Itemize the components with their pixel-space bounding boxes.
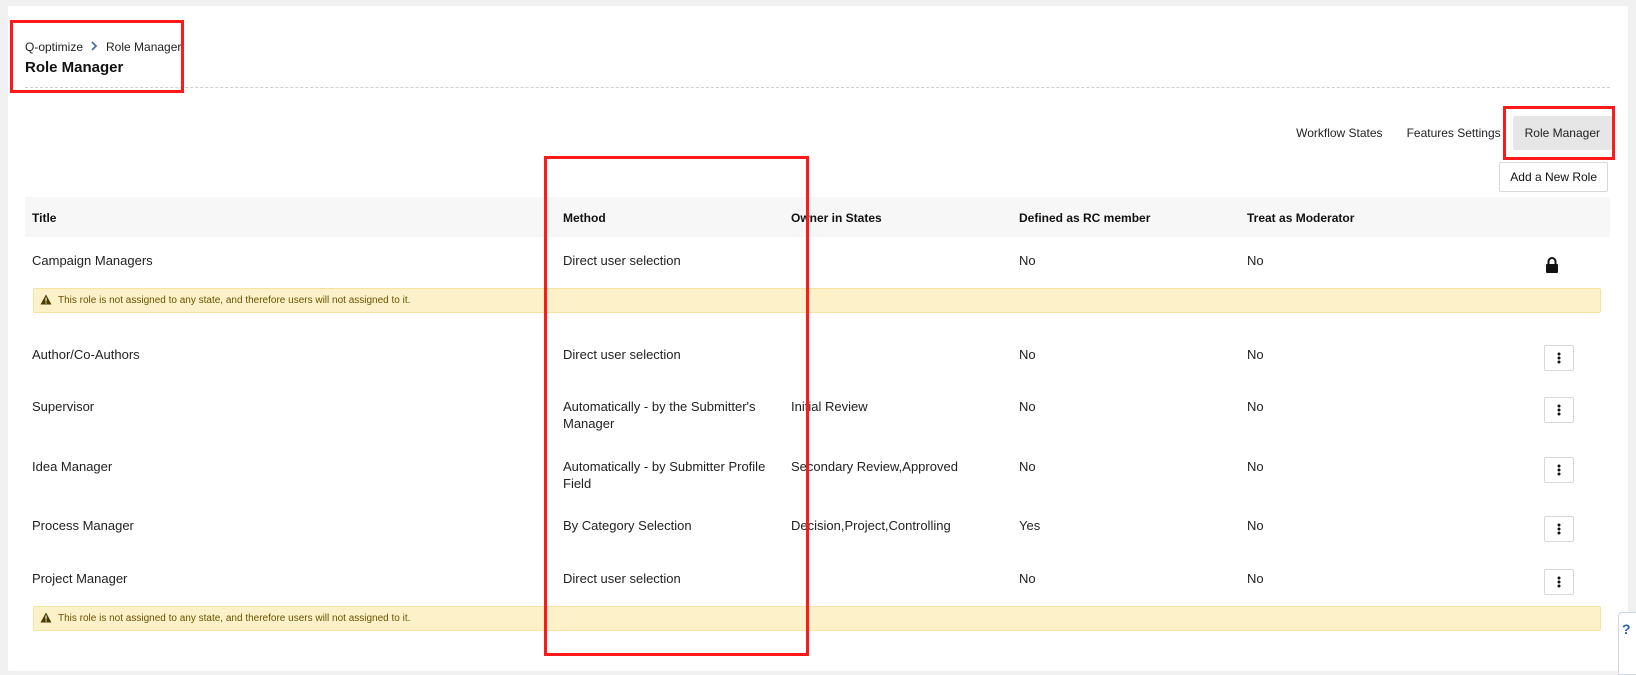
row-actions-button[interactable] [1544,457,1574,483]
warning-text: This role is not assigned to any state, … [58,613,411,624]
row-actions-button[interactable] [1544,397,1574,423]
role-moderator: No [1247,518,1264,533]
role-method: Direct user selection [563,571,681,586]
role-title: Campaign Managers [32,253,153,268]
column-header-owner: Owner in States [791,211,882,225]
role-method: Direct user selection [563,253,681,268]
role-title: Supervisor [32,399,95,414]
more-vertical-icon [1557,404,1561,416]
role-rc-member: No [1019,347,1036,362]
role-rc-member: No [1019,399,1036,414]
tab-features-settings[interactable]: Features Settings [1395,116,1513,150]
more-vertical-icon [1557,523,1561,535]
role-owner: Decision,Project,Controlling [791,518,951,533]
divider [25,87,1610,88]
column-header-method: Method [563,211,606,225]
role-owner: Initial Review [791,399,868,414]
column-header-moderator: Treat as Moderator [1247,211,1355,225]
role-title: Author/Co-Authors [32,347,140,362]
warning-icon [40,612,52,626]
content-card [8,6,1628,671]
warning-banner: This role is not assigned to any state, … [33,606,1601,631]
role-method: By Category Selection [563,518,692,533]
role-rc-member: Yes [1019,518,1041,533]
role-moderator: No [1247,347,1264,362]
role-moderator: No [1247,571,1264,586]
help-tab[interactable]: ? [1618,612,1636,675]
table-header: Title Method Owner in States Defined as … [25,197,1610,237]
row-actions-button[interactable] [1544,569,1574,595]
lock-icon [1545,257,1559,276]
tab-role-manager[interactable]: Role Manager [1512,116,1612,150]
more-vertical-icon [1557,352,1561,364]
warning-icon [40,294,52,308]
page-title: Role Manager [25,59,124,76]
role-method: Automatically - by the Submitter's Manag… [563,399,756,431]
role-moderator: No [1247,253,1264,268]
row-actions-button[interactable] [1544,345,1574,371]
role-title: Process Manager [32,518,134,533]
role-rc-member: No [1019,459,1036,474]
column-header-title: Title [32,211,57,225]
chevron-right-icon [91,40,98,54]
settings-tabs: Workflow States Features Settings Role M… [1284,116,1612,150]
more-vertical-icon [1557,464,1561,476]
more-vertical-icon [1557,576,1561,588]
breadcrumb-current: Role Manager [106,40,182,54]
role-moderator: No [1247,399,1264,414]
role-rc-member: No [1019,253,1036,268]
breadcrumb: Q-optimize Role Manager [25,40,181,54]
role-title: Project Manager [32,571,128,586]
add-new-role-button[interactable]: Add a New Role [1499,162,1608,192]
warning-banner: This role is not assigned to any state, … [33,288,1601,313]
role-rc-member: No [1019,571,1036,586]
role-moderator: No [1247,459,1264,474]
row-actions-button[interactable] [1544,516,1574,542]
warning-text: This role is not assigned to any state, … [58,295,411,306]
column-header-rc-member: Defined as RC member [1019,211,1151,225]
role-method: Direct user selection [563,347,681,362]
tab-workflow-states[interactable]: Workflow States [1284,116,1394,150]
role-title: Idea Manager [32,459,113,474]
role-owner: Secondary Review,Approved [791,459,958,474]
breadcrumb-root-link[interactable]: Q-optimize [25,40,83,54]
role-method: Automatically - by Submitter Profile Fie… [563,459,766,491]
